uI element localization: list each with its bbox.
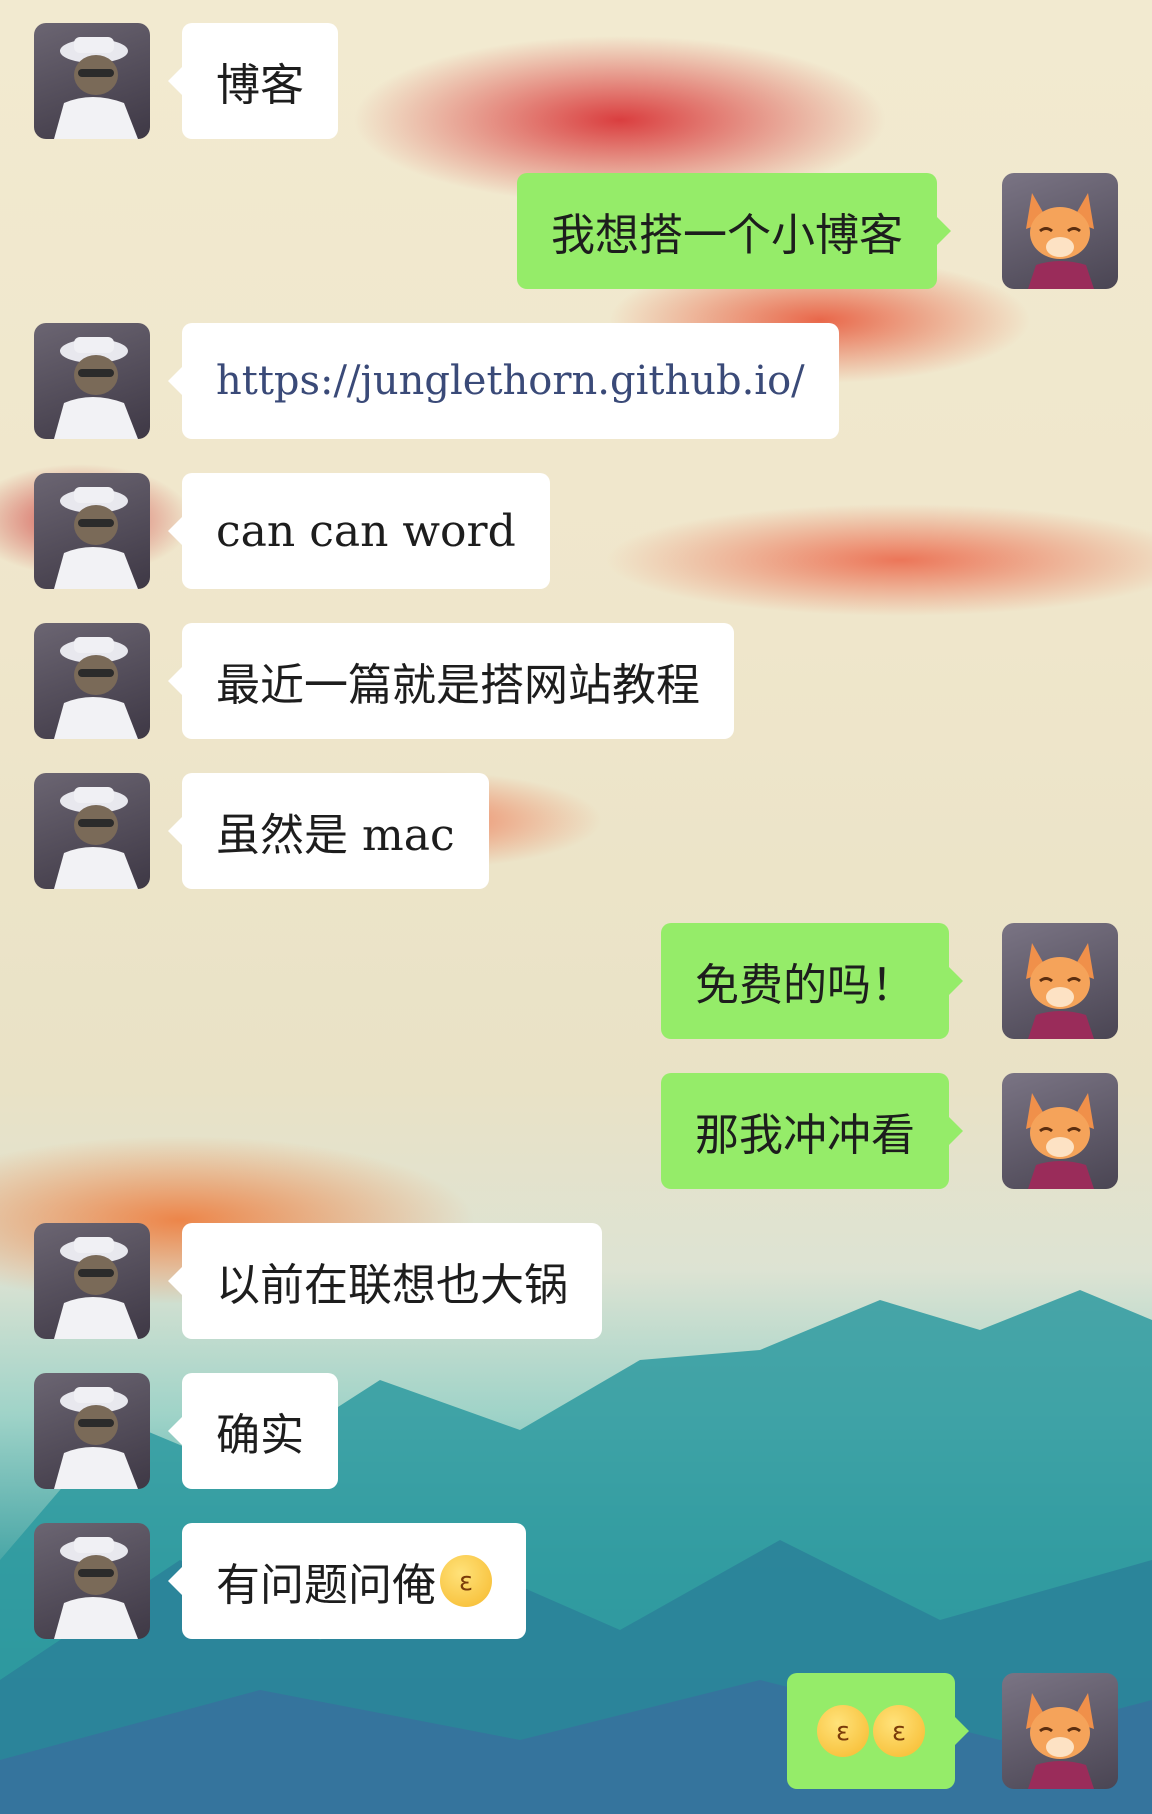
fox-avatar-icon: [1026, 1093, 1094, 1189]
message-row: 那我冲冲看: [0, 1073, 1152, 1189]
message-text: 有问题问俺: [216, 1560, 436, 1611]
message-row: 免费的吗！: [0, 923, 1152, 1039]
fox-avatar-icon: [1026, 1693, 1094, 1789]
message-bubble-incoming[interactable]: 有问题问俺: [168, 1523, 526, 1639]
message-bubble-incoming[interactable]: can can word: [168, 473, 550, 589]
fox-avatar-icon: [1026, 943, 1094, 1039]
message-row: 我想搭一个小博客: [0, 173, 1152, 289]
message-bubble-incoming[interactable]: 以前在联想也大锅: [168, 1223, 602, 1339]
message-row: https://junglethorn.github.io/: [0, 323, 1152, 439]
contact-avatar[interactable]: [34, 323, 150, 439]
message-bubble-incoming[interactable]: 博客: [168, 23, 338, 139]
message-bubble-outgoing[interactable]: 那我冲冲看: [661, 1073, 963, 1189]
message-bubble-outgoing[interactable]: 免费的吗！: [661, 923, 963, 1039]
message-row: 有问题问俺: [0, 1523, 1152, 1639]
my-avatar[interactable]: [1002, 923, 1118, 1039]
contact-avatar[interactable]: [34, 473, 150, 589]
otter-avatar-icon: [54, 1387, 138, 1489]
message-row: 博客: [0, 23, 1152, 139]
message-row: 虽然是 mac: [0, 773, 1152, 889]
otter-avatar-icon: [54, 787, 138, 889]
message-bubble-incoming[interactable]: 虽然是 mac: [168, 773, 489, 889]
contact-avatar[interactable]: [34, 1523, 150, 1639]
message-row: 最近一篇就是搭网站教程: [0, 623, 1152, 739]
otter-avatar-icon: [54, 337, 138, 439]
otter-avatar-icon: [54, 1237, 138, 1339]
contact-avatar[interactable]: [34, 1223, 150, 1339]
contact-avatar[interactable]: [34, 623, 150, 739]
contact-avatar[interactable]: [34, 1373, 150, 1489]
otter-avatar-icon: [54, 637, 138, 739]
my-avatar[interactable]: [1002, 173, 1118, 289]
my-avatar[interactable]: [1002, 1673, 1118, 1789]
message-row: 确实: [0, 1373, 1152, 1489]
kissing-face-emoji-icon: [817, 1705, 869, 1757]
otter-avatar-icon: [54, 37, 138, 139]
kissing-face-emoji-icon: [873, 1705, 925, 1757]
otter-avatar-icon: [54, 1537, 138, 1639]
message-bubble-incoming-link[interactable]: https://junglethorn.github.io/: [168, 323, 839, 439]
my-avatar[interactable]: [1002, 1073, 1118, 1189]
kissing-face-emoji-icon: [440, 1555, 492, 1607]
fox-avatar-icon: [1026, 193, 1094, 289]
message-row: can can word: [0, 473, 1152, 589]
message-row: 以前在联想也大锅: [0, 1223, 1152, 1339]
message-bubble-outgoing-emoji[interactable]: [787, 1673, 969, 1789]
message-bubble-incoming[interactable]: 最近一篇就是搭网站教程: [168, 623, 734, 739]
contact-avatar[interactable]: [34, 773, 150, 889]
otter-avatar-icon: [54, 487, 138, 589]
message-bubble-outgoing[interactable]: 我想搭一个小博客: [517, 173, 951, 289]
contact-avatar[interactable]: [34, 23, 150, 139]
message-row: [0, 1673, 1152, 1789]
message-bubble-incoming[interactable]: 确实: [168, 1373, 338, 1489]
